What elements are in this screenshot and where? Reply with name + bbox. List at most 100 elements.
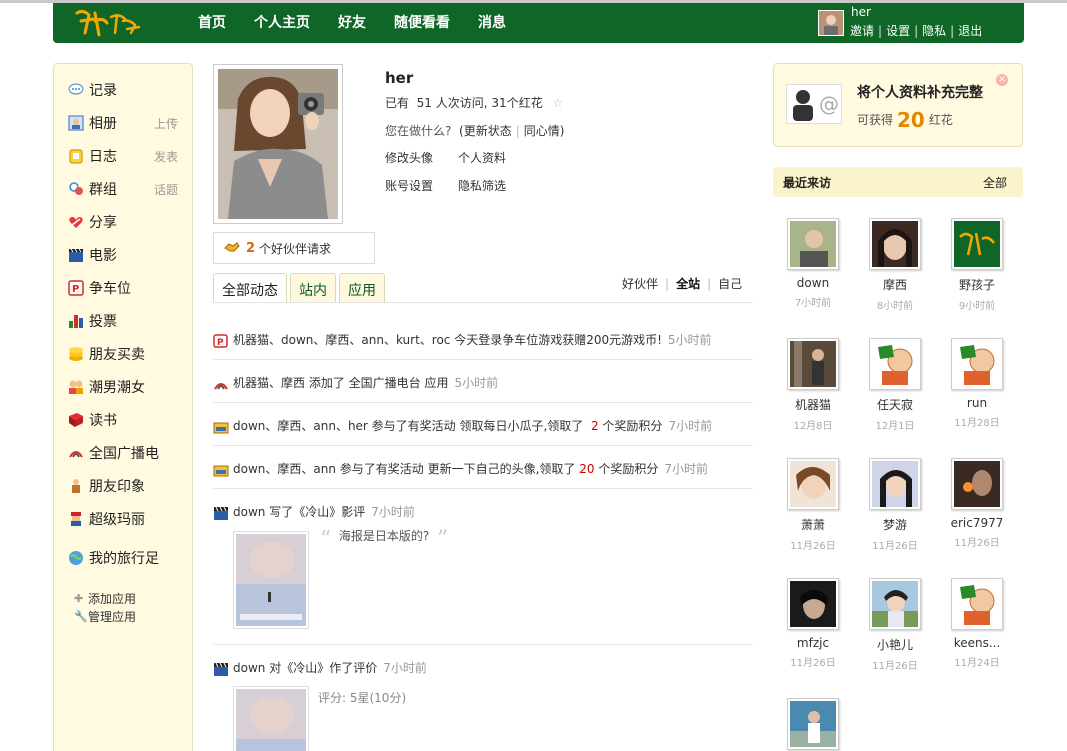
sidebar-item-label: 日志: [89, 149, 117, 165]
visitor-card[interactable]: mfzjc 11月26日: [773, 578, 853, 669]
visitor-card[interactable]: 摩西 8小时前: [855, 218, 935, 312]
visitor-card[interactable]: 任天寂 12月1日: [855, 338, 935, 432]
visitor-card[interactable]: 梦游 11月26日: [855, 458, 935, 552]
friend-request-count: 2: [246, 240, 256, 256]
tab-all[interactable]: 全部动态: [213, 273, 287, 303]
visitor-card[interactable]: 野孩子 9小时前: [937, 218, 1017, 312]
visitor-avatar[interactable]: [787, 338, 839, 390]
upload-link[interactable]: 上传: [154, 115, 178, 132]
movie-rating: 评分: 5星(10分): [318, 691, 407, 705]
sidebar-item-label: 记录: [89, 83, 117, 99]
sidebar-item-vote[interactable]: 投票: [68, 311, 188, 331]
tab-divider: [213, 302, 753, 303]
svg-text:P: P: [72, 284, 79, 295]
profile-completion-banner[interactable]: @ 将个人资料补充完整 可获得 20 红花 ×: [773, 63, 1023, 147]
red-flower-count[interactable]: 31个红花: [491, 96, 542, 110]
site-logo[interactable]: [73, 7, 145, 39]
tab-site[interactable]: 站内: [290, 273, 336, 303]
username[interactable]: her: [851, 5, 871, 19]
sidebar-item-books[interactable]: 读书: [68, 410, 188, 430]
friend-request-box[interactable]: 2 个好伙伴请求: [213, 232, 375, 264]
sidebar-item-label: 分享: [89, 215, 117, 231]
profile-links-row2: 账号设置 隐私筛选: [385, 177, 531, 194]
invite-link[interactable]: 邀请: [850, 24, 874, 38]
post-link[interactable]: 发表: [154, 148, 178, 165]
profile-photo[interactable]: [213, 64, 343, 224]
visitor-avatar[interactable]: [869, 218, 921, 270]
sidebar-item-label: 全国广播电: [89, 446, 159, 462]
manage-app-link[interactable]: 🔧 管理应用: [74, 608, 136, 625]
update-status-link[interactable]: (更新状态: [459, 124, 512, 138]
sidebar-item-label: 我的旅行足: [89, 551, 159, 567]
parking-icon: P: [213, 333, 229, 348]
sidebar-item-mario[interactable]: 超级玛丽: [68, 509, 188, 529]
visitor-avatar[interactable]: [787, 218, 839, 270]
privacy-link[interactable]: 隐私: [922, 24, 946, 38]
heart-share-icon: [68, 214, 84, 230]
visitor-card[interactable]: [773, 698, 853, 751]
visitor-avatar[interactable]: [787, 458, 839, 510]
visitor-avatar[interactable]: [951, 218, 1003, 270]
star-icon[interactable]: ☆: [553, 96, 564, 110]
movie-poster[interactable]: [233, 531, 309, 629]
movie-poster[interactable]: [233, 686, 309, 751]
logout-link[interactable]: 退出: [958, 24, 982, 38]
visitor-card[interactable]: 小艳儿 11月26日: [855, 578, 935, 672]
visitor-card[interactable]: eric7977 11月26日: [937, 458, 1017, 549]
visitor-card[interactable]: down 7小时前: [773, 218, 853, 309]
sidebar-item-album[interactable]: 相册 上传: [68, 113, 188, 133]
sidebar-item-radio[interactable]: 全国广播电: [68, 443, 188, 463]
visitor-avatar[interactable]: [787, 698, 839, 750]
add-app-link[interactable]: ✚ 添加应用: [74, 590, 136, 607]
visitor-card[interactable]: run 11月28日: [937, 338, 1017, 429]
nav-explore[interactable]: 随便看看: [394, 3, 450, 43]
visitor-avatar[interactable]: [869, 458, 921, 510]
account-settings-link[interactable]: 账号设置: [385, 177, 458, 194]
visitor-avatar[interactable]: [787, 578, 839, 630]
view-all-link[interactable]: 全部: [983, 174, 1007, 191]
nav-home[interactable]: 首页: [198, 3, 226, 43]
visitor-avatar[interactable]: [951, 578, 1003, 630]
banner-title: 将个人资料补充完整: [857, 85, 983, 101]
sidebar-item-records[interactable]: 记录: [68, 80, 188, 100]
sidebar-item-groups[interactable]: 群组 话题: [68, 179, 188, 199]
visitor-avatar[interactable]: [869, 338, 921, 390]
visitor-avatar[interactable]: [951, 338, 1003, 390]
svg-text:@: @: [819, 92, 839, 116]
topics-link[interactable]: 话题: [154, 181, 178, 198]
sidebar-item-share[interactable]: 分享: [68, 212, 188, 232]
wrench-icon: 🔧: [74, 609, 88, 623]
feed-filter: 好伙伴 | 全站 | 自己: [622, 277, 743, 291]
sidebar-item-label: 相册: [89, 116, 117, 132]
edit-avatar-link[interactable]: 修改头像: [385, 149, 458, 166]
visitor-card[interactable]: keens... 11月24日: [937, 578, 1017, 669]
nav-friends[interactable]: 好友: [338, 3, 366, 43]
nav-profile[interactable]: 个人主页: [254, 3, 310, 43]
visitor-card[interactable]: 机器猫 12月8日: [773, 338, 853, 432]
filter-site[interactable]: 全站: [676, 277, 700, 291]
filter-friends[interactable]: 好伙伴: [622, 277, 658, 291]
nav-messages[interactable]: 消息: [478, 3, 506, 43]
sidebar-item-label: 朋友印象: [89, 479, 145, 495]
same-mood-link[interactable]: 同心情): [524, 124, 565, 138]
sidebar-item-impressions[interactable]: 朋友印象: [68, 476, 188, 496]
visitor-avatar[interactable]: [869, 578, 921, 630]
sidebar-item-trendy[interactable]: 潮男潮女: [68, 377, 188, 397]
sidebar-item-movies[interactable]: 电影: [68, 245, 188, 265]
recent-visitors-header: 最近来访 全部: [773, 167, 1023, 197]
personal-info-link[interactable]: 个人资料: [458, 149, 531, 166]
visitor-avatar[interactable]: [951, 458, 1003, 510]
privacy-filter-link[interactable]: 隐私筛选: [458, 177, 531, 194]
sidebar-item-blog[interactable]: 日志 发表: [68, 146, 188, 166]
tab-apps[interactable]: 应用: [339, 273, 385, 303]
close-icon[interactable]: ×: [996, 74, 1008, 86]
sidebar-item-travel[interactable]: 我的旅行足: [68, 548, 188, 568]
visitor-card[interactable]: 萧萧 11月26日: [773, 458, 853, 552]
sidebar-item-friend-trade[interactable]: 朋友买卖: [68, 344, 188, 364]
feed-divider: [213, 644, 753, 645]
user-avatar[interactable]: [818, 10, 844, 36]
sidebar-item-parking[interactable]: P 争车位: [68, 278, 188, 298]
filter-self[interactable]: 自己: [718, 277, 742, 291]
profile-placeholder-icon: @: [786, 84, 842, 124]
settings-link[interactable]: 设置: [886, 24, 910, 38]
